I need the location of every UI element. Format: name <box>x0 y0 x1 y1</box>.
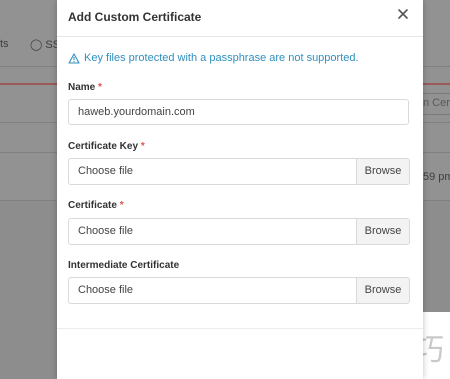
certificate-label: Certificate * <box>68 200 124 211</box>
warning-text: Key files protected with a passphrase ar… <box>84 52 359 64</box>
intermediate-certificate-file-text[interactable]: Choose file <box>69 278 356 303</box>
intermediate-certificate-browse-button[interactable]: Browse <box>356 278 409 303</box>
background-tab-fragment: ts <box>0 38 9 50</box>
add-custom-certificate-dialog: Add Custom Certificate Key files protect… <box>57 0 423 379</box>
dialog-title: Add Custom Certificate <box>68 10 202 24</box>
certificate-key-browse-button[interactable]: Browse <box>356 159 409 184</box>
name-input[interactable]: haweb.yourdomain.com <box>68 99 409 125</box>
required-marker: * <box>98 82 102 93</box>
intermediate-certificate-file-input[interactable]: Choose file Browse <box>68 277 410 304</box>
shield-icon: ◯ <box>30 39 43 51</box>
name-label: Name * <box>68 82 102 93</box>
required-marker: * <box>119 200 124 211</box>
certificate-key-label-text: Certificate Key <box>68 141 139 152</box>
certificate-key-label: Certificate Key * <box>68 141 145 152</box>
certificate-file-input[interactable]: Choose file Browse <box>68 218 410 245</box>
intermediate-certificate-label-text: Intermediate Certificate <box>68 260 180 271</box>
dialog-header: Add Custom Certificate <box>57 0 423 37</box>
certificate-file-text[interactable]: Choose file <box>69 219 356 244</box>
required-marker: * <box>140 141 145 152</box>
name-label-text: Name <box>68 82 96 93</box>
certificate-label-text: Certificate <box>68 200 117 211</box>
close-icon[interactable] <box>395 8 411 24</box>
passphrase-warning: Key files protected with a passphrase ar… <box>68 52 359 64</box>
warning-triangle-icon <box>68 52 80 64</box>
certificate-browse-button[interactable]: Browse <box>356 219 409 244</box>
certificate-key-file-input[interactable]: Choose file Browse <box>68 158 410 185</box>
dialog-footer-divider <box>57 328 423 329</box>
certificate-key-file-text[interactable]: Choose file <box>69 159 356 184</box>
intermediate-certificate-label: Intermediate Certificate <box>68 260 179 271</box>
background-field-fragment: n Certi <box>423 97 450 109</box>
background-time-fragment: 59 pm <box>423 171 450 183</box>
